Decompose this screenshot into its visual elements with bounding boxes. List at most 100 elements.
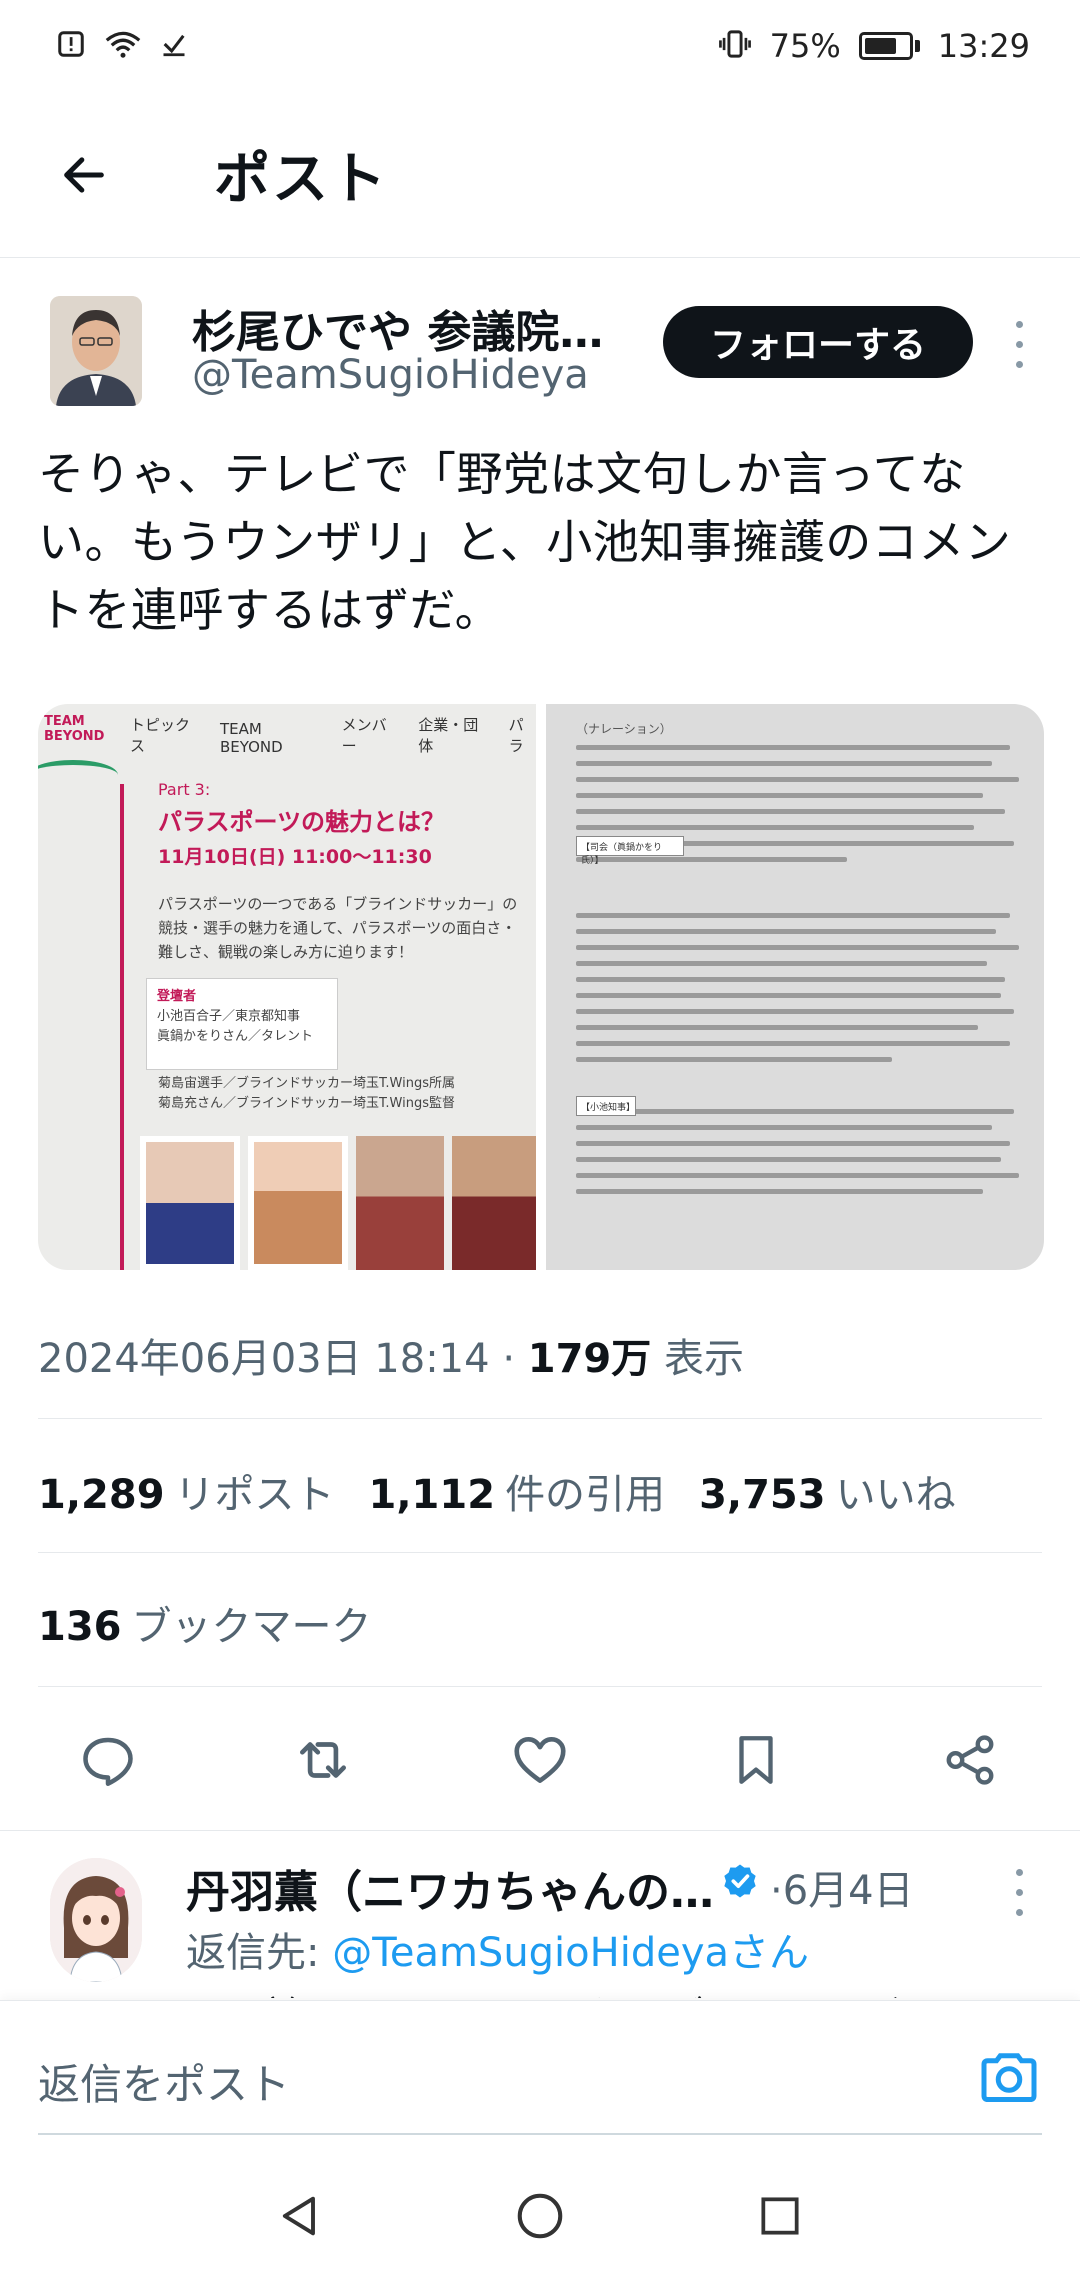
- reply-item[interactable]: 丹羽薫（ニワカちゃんの… ·6月4日 返信先: @TeamSugioHideya…: [0, 1836, 1080, 1998]
- media-date: 11月10日(日) 11:00〜11:30: [158, 846, 432, 868]
- arrow-left-icon: [64, 156, 104, 193]
- media-cast-item: 小池百合子／東京都知事: [157, 1009, 301, 1024]
- compose-underline: [38, 2133, 1042, 2135]
- divider: [38, 1418, 1042, 1419]
- media-part-label: Part 3:: [158, 780, 211, 799]
- post-meta: 2024年06月03日 18:14 · 179万 表示: [38, 1326, 744, 1384]
- share-icon: [946, 1735, 994, 1785]
- media-nav-item: パラ: [508, 716, 524, 755]
- quotes-count: 1,112: [368, 1472, 496, 1518]
- likes-stat[interactable]: 3,753 いいね: [699, 1462, 956, 1520]
- post-media[interactable]: TEAM BEYOND トピックス TEAM BEYOND メンバー 企業・団体…: [38, 704, 1044, 1270]
- reply-to-line: 返信先: @TeamSugioHideyaさん: [186, 1920, 809, 1978]
- clock: 13:29: [937, 27, 1030, 65]
- reply-separator: ·: [770, 1868, 783, 1914]
- battery-icon: [858, 32, 920, 60]
- transcript-tag: 【司会（眞鍋かをり氏）】: [576, 836, 684, 866]
- transcript-heading: （ナレーション）: [576, 722, 672, 736]
- nav-recents-icon: [761, 2197, 799, 2235]
- post-author-row: 杉尾ひでや 参議院… @TeamSugioHideya フォローする: [0, 290, 1080, 410]
- reply-compose-input[interactable]: 返信をポスト: [38, 2051, 290, 2112]
- views-count: 179万: [527, 1336, 652, 1382]
- reply-text-partial: その論理でいうと、あなたがよくテレビで: [186, 1984, 942, 1998]
- download-done-icon: [160, 29, 188, 64]
- media-cast-item: 菊島宙選手／ブラインドサッカー埼玉T.Wings所属: [158, 1076, 455, 1091]
- media-cast-box: 登壇者 小池百合子／東京都知事 眞鍋かをりさん／タレント: [146, 978, 338, 1070]
- reply-compose-bar: 返信をポスト: [0, 2000, 1080, 2150]
- media-cast-label: 登壇者: [157, 989, 197, 1004]
- views-label: 表示: [663, 1336, 744, 1382]
- bookmark-button[interactable]: [716, 1720, 796, 1800]
- media-site-nav: トピックス TEAM BEYOND メンバー 企業・団体 パラ: [38, 704, 536, 768]
- reply-avatar[interactable]: [50, 1858, 142, 1982]
- reposts-stat[interactable]: 1,289 リポスト: [38, 1462, 335, 1520]
- media-nav-item: メンバー: [341, 716, 387, 755]
- media-image-right[interactable]: （ナレーション） 【司会（眞鍋かをり氏）】 【小池知事】: [546, 704, 1044, 1270]
- media-cast-item: 菊島充さん／ブラインドサッカー埼玉T.Wings監督: [158, 1096, 455, 1111]
- alert-icon: [56, 29, 86, 64]
- reply-date: ·6月4日: [770, 1858, 914, 1916]
- reply-author-name[interactable]: 丹羽薫（ニワカちゃんの…: [186, 1856, 714, 1920]
- reply-to-label: 返信先:: [186, 1930, 333, 1976]
- post-timestamp[interactable]: 2024年06月03日 18:14: [38, 1336, 490, 1382]
- quotes-stat[interactable]: 1,112 件の引用: [369, 1462, 666, 1520]
- divider: [38, 1686, 1042, 1687]
- wifi-icon: [104, 29, 142, 64]
- cast-photo: [140, 1136, 240, 1270]
- camera-button[interactable]: [974, 2045, 1044, 2109]
- like-button[interactable]: [500, 1720, 580, 1800]
- media-title: パラスポーツの魅力とは？: [158, 808, 446, 836]
- reposts-count: 1,289: [38, 1472, 165, 1518]
- battery-percent: 75%: [769, 27, 841, 65]
- reply-to-handle[interactable]: @TeamSugioHideyaさん: [332, 1930, 809, 1976]
- reply-date-text: 6月4日: [782, 1868, 914, 1914]
- action-bar: [0, 1720, 1080, 1800]
- verified-badge-icon: [720, 1862, 760, 1902]
- back-button[interactable]: [44, 135, 124, 215]
- share-button[interactable]: [930, 1720, 1010, 1800]
- nav-home-button[interactable]: [510, 2186, 570, 2246]
- likes-count: 3,753: [699, 1472, 826, 1518]
- author-handle[interactable]: @TeamSugioHideya: [192, 352, 589, 398]
- media-nav-item: TEAM BEYOND: [219, 720, 283, 756]
- post-text: そりゃ、テレビで「野党は文句しか言ってない。もうウンザリ」と、小池知事擁護のコメ…: [38, 447, 1012, 637]
- reply-button[interactable]: [68, 1720, 148, 1800]
- meta-separator: ·: [502, 1336, 516, 1382]
- media-nav-item: 企業・団体: [418, 716, 479, 755]
- more-options-icon[interactable]: [1004, 314, 1034, 374]
- divider: [38, 1552, 1042, 1553]
- follow-button[interactable]: フォローする: [663, 306, 973, 378]
- likes-label: いいね: [835, 1472, 956, 1518]
- bookmarks-label: ブックマーク: [131, 1604, 372, 1650]
- reply-more-options-icon[interactable]: [1004, 1862, 1034, 1922]
- media-description: パラスポーツの一つである「ブラインドサッカー」の競技・選手の魅力を通して、パラス…: [158, 895, 518, 961]
- repost-button[interactable]: [283, 1720, 363, 1800]
- cast-photo: [452, 1136, 536, 1270]
- cast-photo: [356, 1136, 444, 1270]
- media-nav-item: トピックス: [130, 716, 191, 755]
- status-left: [56, 29, 188, 64]
- author-name[interactable]: 杉尾ひでや 参議院…: [192, 296, 603, 360]
- transcript-text-lines: （ナレーション）: [576, 720, 1028, 1205]
- author-avatar[interactable]: [50, 296, 142, 406]
- divider: [0, 1830, 1080, 1831]
- system-nav-bar: [0, 2150, 1080, 2280]
- like-icon: [514, 1737, 566, 1783]
- media-image-left[interactable]: TEAM BEYOND トピックス TEAM BEYOND メンバー 企業・団体…: [38, 704, 536, 1270]
- post-stats: 1,289 リポスト 1,112 件の引用 3,753 いいね: [38, 1462, 956, 1520]
- bookmark-icon: [739, 1736, 773, 1784]
- nav-recents-button[interactable]: [750, 2186, 810, 2246]
- reposts-label: リポスト: [174, 1472, 335, 1518]
- media-cast-extra: 菊島宙選手／ブラインドサッカー埼玉T.Wings所属 菊島充さん／ブラインドサッ…: [158, 1074, 455, 1114]
- status-right: 75% 13:29: [718, 27, 1030, 65]
- bookmarks-stat[interactable]: 136 ブックマーク: [38, 1594, 372, 1652]
- nav-back-button[interactable]: [270, 2186, 330, 2246]
- nav-back-icon: [282, 2196, 315, 2236]
- repost-icon: [300, 1742, 346, 1778]
- media-cast-item: 眞鍋かをりさん／タレント: [157, 1029, 314, 1044]
- page-title: ポスト: [214, 147, 388, 212]
- cast-photo: [248, 1136, 348, 1270]
- media-accent-bar: [120, 784, 124, 1270]
- quotes-label: 件の引用: [505, 1472, 666, 1518]
- transcript-tag: 【小池知事】: [576, 1096, 636, 1116]
